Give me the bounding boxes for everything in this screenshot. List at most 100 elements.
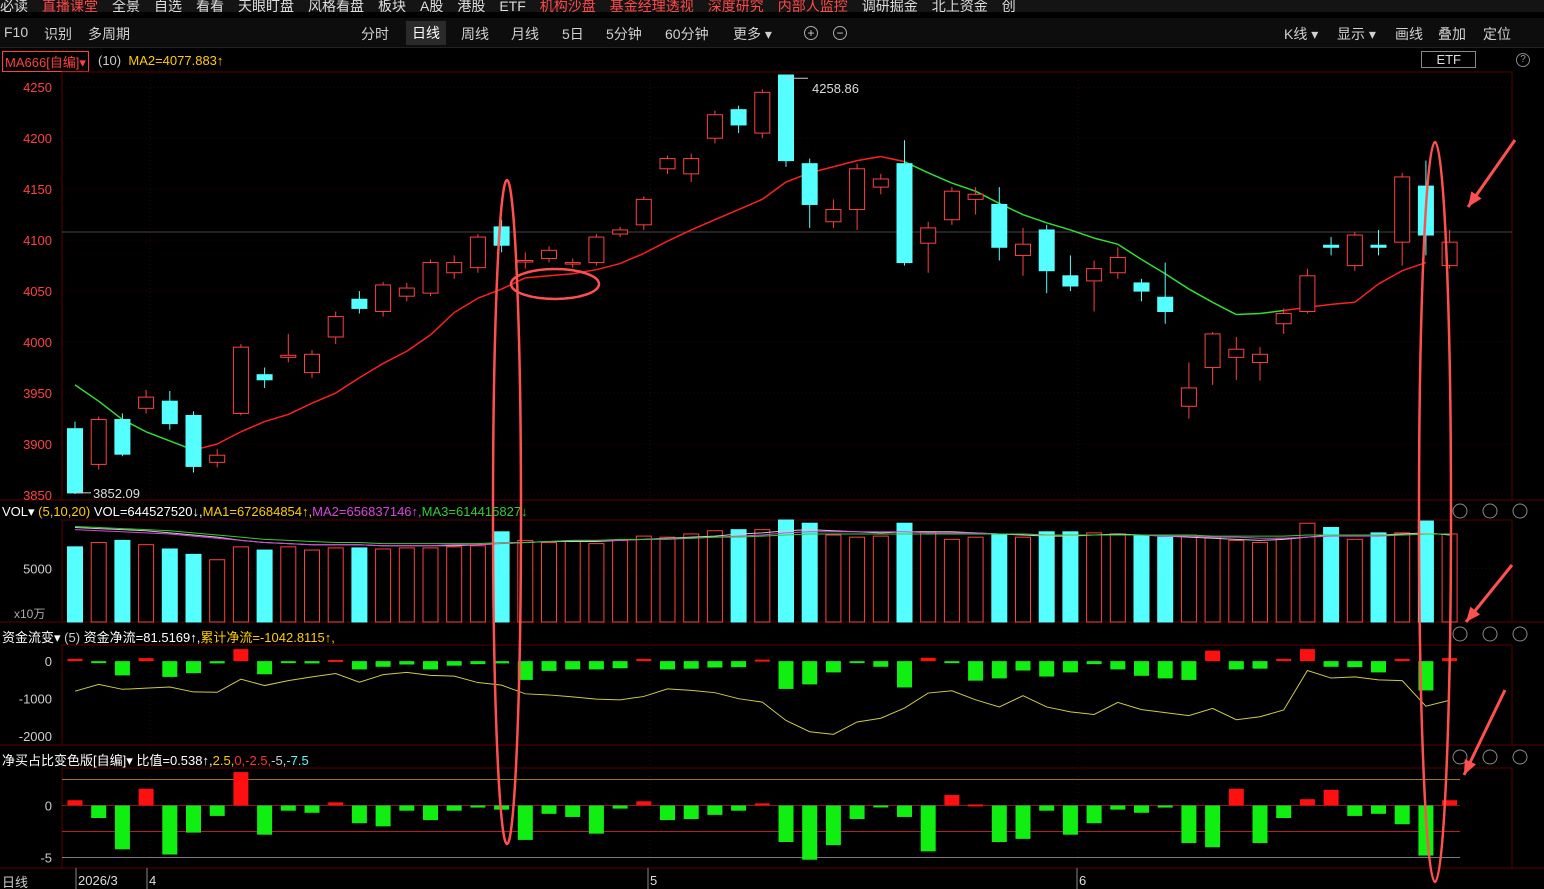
ratio-bar (67, 800, 83, 806)
candle-body (1441, 241, 1458, 267)
flow-bar (1181, 661, 1197, 680)
flow-bar (849, 661, 865, 664)
flow-bar (446, 661, 462, 666)
flow-bar (612, 661, 628, 669)
ratio-bar (375, 805, 391, 827)
ma2-line-segment (216, 431, 242, 445)
volume-bar (896, 522, 913, 623)
ratio-bar (162, 805, 178, 855)
ma2-line-segment (406, 334, 431, 352)
ma2-line-segment (1236, 312, 1261, 316)
ma2-line-segment (1164, 273, 1190, 290)
ratio-bar (1181, 805, 1197, 844)
ratio-bar (565, 805, 581, 817)
flow-bar (209, 661, 225, 664)
flow-bar (565, 661, 581, 670)
vol-help-icon (1452, 503, 1468, 519)
volume-bar (849, 536, 866, 623)
ratio-selector[interactable]: 净买占比变色版[自编] (2, 753, 126, 768)
vol-panel-header: VOL▾ (5,10,20) VOL=644527520↓,MA1=672684… (2, 504, 528, 519)
ma2-line-segment (1354, 283, 1379, 303)
flow-bar (1086, 661, 1102, 665)
candle-body (1370, 244, 1387, 248)
ratio-bar (280, 805, 296, 811)
candle-body (280, 354, 297, 358)
ratio-bar (707, 805, 723, 815)
flow-bar (778, 661, 794, 689)
candle-body (90, 419, 107, 465)
volume-bar (967, 536, 984, 623)
ma2-line-segment (359, 362, 384, 379)
flow-bar (399, 661, 415, 665)
flow-bar (1039, 661, 1055, 677)
ratio-bar (91, 805, 107, 818)
candle-body (469, 236, 486, 269)
flow-bar (754, 659, 770, 662)
vol-selector[interactable]: VOL (2, 504, 28, 519)
ma2-line-segment (833, 159, 858, 168)
ma2-line-segment (643, 240, 668, 255)
ma2-line-segment (951, 182, 976, 192)
ma2-line-segment (1188, 288, 1213, 303)
ratio-bar (636, 801, 652, 806)
volume-bar (422, 547, 439, 623)
volume-bar (1204, 536, 1221, 623)
ratio-bar (1110, 805, 1126, 810)
flow-help-icon (1452, 626, 1468, 642)
volume-bar (1015, 536, 1031, 623)
flow-bar (873, 661, 889, 667)
stock-chart-window: 必读 直播课堂 全景 自选 看看 天眼盯盘 风格看盘 板块 A股 港股 ETF 机构沙盘 基金经理透视深… (0, 0, 1544, 889)
ma2-line-segment (264, 413, 289, 423)
volume-bar (280, 546, 297, 623)
flow-bar (1394, 658, 1410, 662)
ratio-bar (423, 805, 438, 821)
candle-body (185, 414, 202, 467)
highlight-ellipse (1417, 140, 1453, 884)
volume-bar (872, 535, 889, 623)
candle-body (1228, 348, 1245, 358)
price-tick-label: 4050 (23, 284, 52, 299)
volume-bar (1109, 533, 1126, 623)
candle-body (446, 262, 463, 274)
flow-bar (257, 661, 273, 675)
volume-bar (612, 539, 629, 623)
ratio-bar (944, 795, 960, 806)
ratio-bar (1371, 805, 1386, 814)
volume-bar (659, 536, 676, 623)
volume-bar (232, 546, 249, 623)
flow-bar (91, 661, 107, 664)
ratio-bar (1134, 805, 1149, 813)
volume-tick-label: 5000 (23, 561, 52, 576)
price-tick-label: 4100 (23, 233, 52, 248)
ratio-bar (1276, 805, 1292, 818)
flow-bar (114, 661, 130, 676)
ma2-line-segment (382, 350, 408, 365)
ma2-line-segment (477, 288, 502, 299)
candle-body (1180, 387, 1197, 407)
volume-bar (825, 534, 842, 623)
ratio-bar (114, 805, 130, 850)
ma2-line-segment (927, 172, 953, 184)
volume-bar (1370, 532, 1387, 623)
cumulative-flow-line (74, 669, 1450, 735)
date-tick-label: 5 (650, 873, 657, 888)
candle-body (1252, 353, 1268, 363)
ma2-line-segment (1378, 270, 1403, 285)
ratio-bar (1228, 788, 1244, 806)
candle-body (232, 346, 249, 414)
flow-bar (328, 660, 344, 663)
ma2-line-segment (548, 273, 573, 277)
ratio-bar (1062, 805, 1078, 835)
candle-body (635, 198, 652, 226)
highlight-ellipse (509, 267, 601, 301)
flow-bar (1323, 661, 1339, 667)
volume-bar (469, 545, 486, 623)
volume-bar (67, 546, 83, 623)
candle-body (849, 168, 866, 211)
ratio-bar (660, 805, 675, 821)
flow-bar (375, 661, 391, 667)
flow-selector[interactable]: 资金流变 (2, 630, 54, 645)
ratio-bar (233, 772, 249, 806)
ma2-line-segment (1212, 301, 1237, 316)
ratio-level-label: -5, (271, 753, 287, 768)
